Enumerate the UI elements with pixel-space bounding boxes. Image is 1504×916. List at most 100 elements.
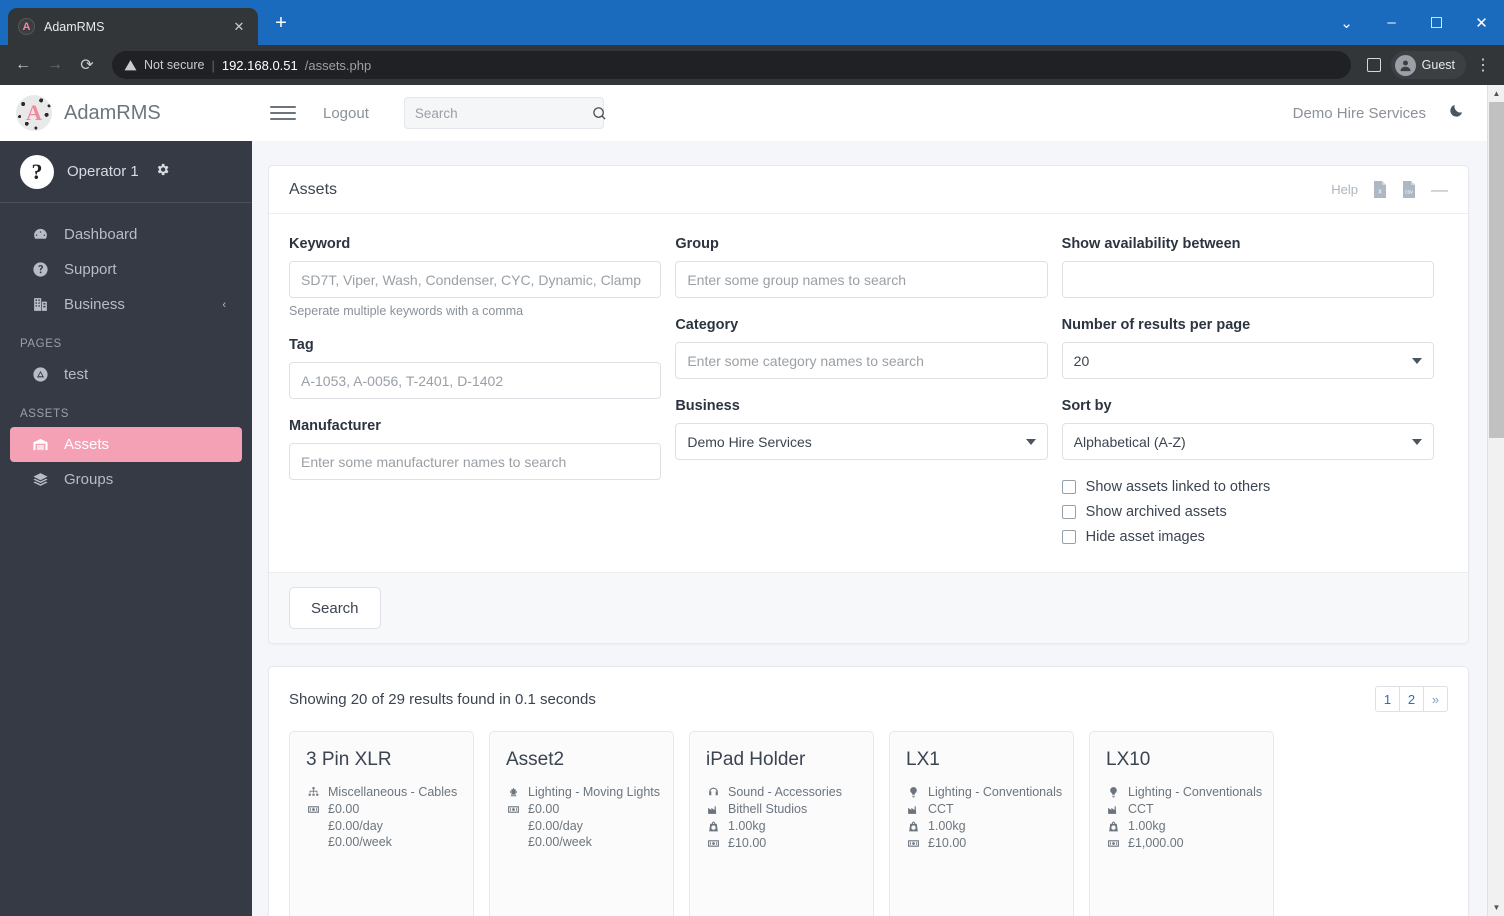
address-bar[interactable]: Not secure | 192.168.0.51/assets.php: [112, 51, 1351, 79]
results-summary: Showing 20 of 29 results found in 0.1 se…: [289, 691, 596, 708]
show-archived-assets-checkbox[interactable]: [1062, 505, 1076, 519]
reload-icon[interactable]: ⟳: [72, 50, 102, 80]
minus-icon[interactable]: —: [1431, 181, 1448, 198]
show-linked-assets-checkbox[interactable]: [1062, 480, 1076, 494]
chevron-left-icon[interactable]: ‹: [222, 299, 226, 311]
asset-title: iPad Holder: [706, 749, 857, 771]
layers-icon: [30, 471, 50, 488]
results-per-page-select[interactable]: 20: [1062, 342, 1434, 379]
sidebar-item-label: Business: [64, 296, 208, 313]
tab-favicon-icon: A: [18, 18, 35, 35]
window-close-button[interactable]: ✕: [1459, 0, 1504, 45]
results-header: Showing 20 of 29 results found in 0.1 se…: [269, 667, 1468, 731]
category-field-group: Category: [675, 317, 1047, 379]
factory-icon: [906, 802, 921, 816]
asset-price-day: £0.00/day: [306, 819, 457, 833]
asset-card[interactable]: LX1 Lighting - Conventionals CCT: [889, 731, 1074, 916]
scrollbar-thumb[interactable]: [1489, 102, 1504, 438]
lightbulb-icon: [1106, 785, 1121, 799]
hamburger-icon[interactable]: [270, 106, 296, 120]
asset-card[interactable]: iPad Holder Sound - Accessories Bithell …: [689, 731, 874, 916]
sidebar-item-label: test: [64, 366, 226, 383]
pagination-page-1[interactable]: 1: [1375, 686, 1400, 712]
money-icon: [1106, 836, 1121, 850]
checkbox-row[interactable]: Show archived assets: [1062, 504, 1434, 520]
pagination-next[interactable]: »: [1423, 686, 1448, 712]
sidebar-item-support[interactable]: Support: [10, 252, 242, 287]
checkbox-row[interactable]: Show assets linked to others: [1062, 479, 1434, 495]
keyword-input[interactable]: [289, 261, 661, 298]
search-icon[interactable]: [592, 106, 607, 121]
sidebar-item-test[interactable]: test: [10, 357, 242, 392]
sidebar-item-assets[interactable]: Assets: [10, 427, 242, 462]
search-button[interactable]: Search: [289, 587, 381, 629]
manufacturer-input[interactable]: [289, 443, 661, 480]
logout-link[interactable]: Logout: [323, 105, 369, 122]
money-icon: [906, 836, 921, 850]
business-name-label[interactable]: Demo Hire Services: [1293, 105, 1426, 122]
category-input[interactable]: [675, 342, 1047, 379]
excel-file-icon[interactable]: x: [1373, 181, 1387, 198]
asset-meta-text: 1.00kg: [728, 819, 766, 833]
group-input[interactable]: [675, 261, 1047, 298]
question-circle-icon: [30, 261, 50, 278]
asset-meta-line: £0.00: [306, 802, 457, 816]
help-link[interactable]: Help: [1331, 182, 1358, 197]
availability-input[interactable]: [1062, 261, 1434, 298]
forward-icon[interactable]: →: [40, 50, 70, 80]
new-tab-button[interactable]: +: [268, 12, 294, 38]
hide-asset-images-label: Hide asset images: [1086, 529, 1205, 545]
headphones-icon: [706, 785, 721, 799]
sidebar-brand[interactable]: A AdamRMS: [0, 85, 252, 141]
asset-meta-text: CCT: [928, 802, 954, 816]
browser-tab[interactable]: A AdamRMS ✕: [8, 8, 258, 45]
sidebar-item-business[interactable]: Business ‹: [10, 287, 242, 322]
tag-label: Tag: [289, 337, 661, 353]
search-input[interactable]: [415, 106, 592, 121]
main-content: Logout Demo Hire Services: [252, 85, 1487, 916]
money-icon: [706, 836, 721, 850]
business-select-wrap: Demo Hire Services: [675, 423, 1047, 460]
asset-price-week: £0.00/week: [306, 835, 457, 849]
scroll-up-arrow-icon[interactable]: ▲: [1488, 85, 1504, 102]
header-search[interactable]: [404, 97, 604, 129]
window-minimize-button[interactable]: –: [1369, 0, 1414, 45]
vertical-scrollbar[interactable]: ▲ ▼: [1487, 85, 1504, 916]
form-column-left: Keyword Seperate multiple keywords with …: [289, 236, 675, 554]
sidebar-item-groups[interactable]: Groups: [10, 462, 242, 497]
security-status-label: Not secure: [144, 58, 204, 72]
side-panel-icon[interactable]: [1361, 52, 1387, 78]
asset-meta-text: £0.00: [328, 802, 359, 816]
browser-menu-icon[interactable]: ⋮: [1470, 55, 1496, 75]
toolbar-right: Guest ⋮: [1361, 51, 1496, 79]
assets-panel-footer: Search: [269, 572, 1468, 643]
moon-icon[interactable]: [1448, 102, 1465, 124]
pagination-page-2[interactable]: 2: [1399, 686, 1424, 712]
sort-by-select[interactable]: Alphabetical (A-Z): [1062, 423, 1434, 460]
weight-icon: [1106, 819, 1121, 833]
sidebar-item-label: Groups: [64, 471, 226, 488]
asset-card[interactable]: 3 Pin XLR Miscellaneous - Cables £0.00 £…: [289, 731, 474, 916]
sidebar-item-dashboard[interactable]: Dashboard: [10, 217, 242, 252]
tag-input[interactable]: [289, 362, 661, 399]
asset-card[interactable]: Asset2 Lighting - Moving Lights £0.00 £0…: [489, 731, 674, 916]
gear-icon[interactable]: [155, 162, 170, 181]
scroll-down-arrow-icon[interactable]: ▼: [1488, 899, 1504, 916]
url-path: /assets.php: [305, 58, 372, 73]
window-maximize-button[interactable]: ☐: [1414, 0, 1459, 45]
back-icon[interactable]: ←: [8, 50, 38, 80]
results-per-page-field-group: Number of results per page 20: [1062, 317, 1434, 379]
csv-file-icon[interactable]: csv: [1402, 181, 1416, 198]
page-triangle-icon: [30, 366, 50, 383]
tab-close-icon[interactable]: ✕: [230, 18, 248, 36]
hide-asset-images-checkbox[interactable]: [1062, 530, 1076, 544]
profile-button[interactable]: Guest: [1391, 51, 1466, 79]
business-select[interactable]: Demo Hire Services: [675, 423, 1047, 460]
asset-card[interactable]: LX10 Lighting - Conventionals CCT: [1089, 731, 1274, 916]
checkbox-row[interactable]: Hide asset images: [1062, 529, 1434, 545]
sidebar-user[interactable]: ? Operator 1: [0, 141, 252, 203]
not-secure-warning-icon: [124, 59, 137, 72]
asset-meta-line: CCT: [906, 802, 1057, 816]
tab-search-chevron-icon[interactable]: ⌄: [1324, 0, 1369, 45]
asset-meta-text: Lighting - Conventionals: [928, 785, 1062, 799]
